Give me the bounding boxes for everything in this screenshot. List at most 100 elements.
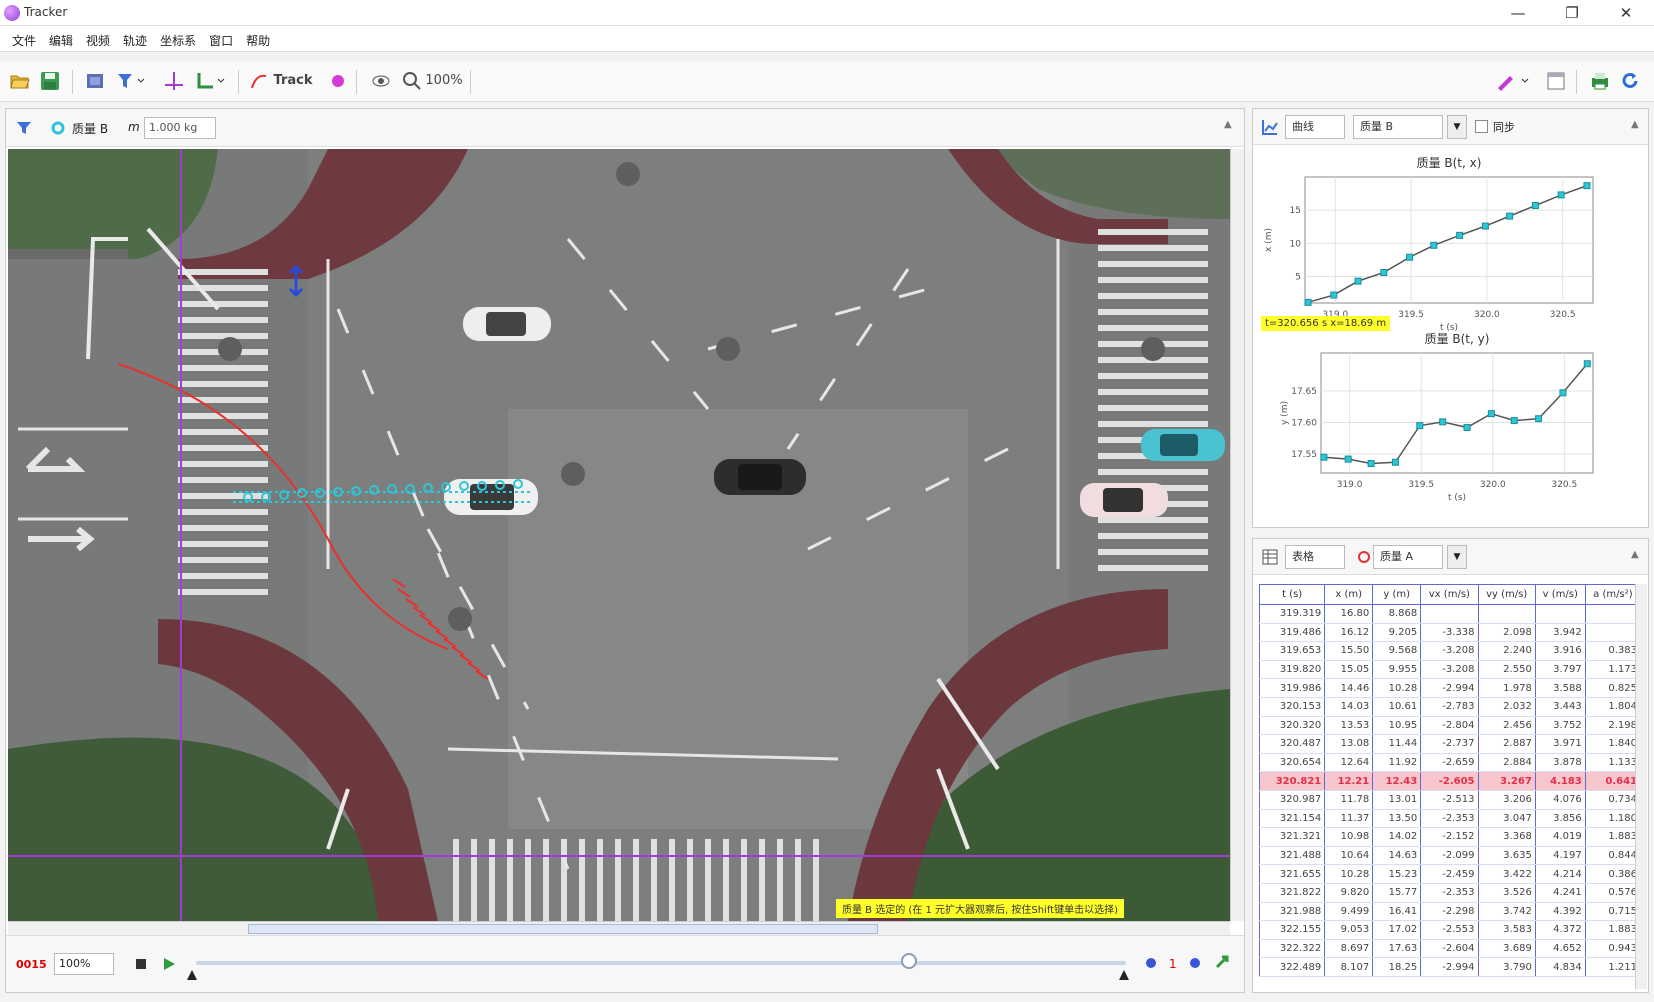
table-track-dropdown[interactable]: 质量 A [1373,545,1443,569]
table-cell[interactable]: 3.797 [1534,660,1586,680]
table-cell[interactable]: 9.499 [1324,902,1374,922]
refresh-icon[interactable] [1620,71,1640,91]
table-cell[interactable]: 322.489 [1258,957,1326,977]
table-cell[interactable]: 1.978 [1477,678,1536,698]
table-cell[interactable]: 15.77 [1372,883,1422,903]
table-cell[interactable]: 1.173 [1584,660,1642,680]
sync-checkbox[interactable] [1475,120,1488,133]
table-cell[interactable]: 2.550 [1477,660,1536,680]
menu-track[interactable]: 轨迹 [119,26,156,51]
table-cell[interactable]: 0.383 [1584,641,1642,661]
table-cell[interactable]: 1.840 [1584,734,1642,754]
table-cell[interactable]: 2.240 [1477,641,1536,661]
table-cell[interactable]: 3.689 [1477,939,1536,959]
table-row[interactable]: 321.321 10.98 14.02 -2.152 3.368 4.019 1.883 [1258,827,1642,847]
table-row[interactable]: 322.489 8.107 18.25 -2.994 3.790 4.834 1.211 [1258,957,1642,977]
mass-field[interactable]: 1.000 kg [144,117,216,139]
tape-icon[interactable] [196,71,226,91]
table-cell[interactable]: 16.12 [1324,623,1374,643]
table-cell[interactable]: 14.46 [1324,678,1374,698]
table-cell[interactable]: 4.652 [1534,939,1586,959]
table-cell[interactable]: 4.834 [1534,957,1586,977]
plots-area[interactable]: 质量 B(t, x) 319.0 319.5 320.0 320.5 5 10 15 t (s)… [1253,145,1648,525]
table-row[interactable]: 320.987 11.78 13.01 -2.513 3.206 4.076 0.734 [1258,790,1642,810]
table-cell[interactable]: 9.205 [1372,623,1422,643]
table-cell[interactable]: 13.01 [1372,790,1422,810]
table-cell[interactable]: -3.208 [1420,660,1479,680]
table-cell[interactable]: -3.338 [1420,623,1479,643]
step-forward-icon[interactable] [1188,956,1202,970]
table-cell[interactable]: 16.41 [1372,902,1422,922]
table-cell[interactable]: 4.197 [1534,846,1586,866]
timeline-slider[interactable] [196,961,1126,965]
menu-file[interactable]: 文件 [8,26,45,51]
table-cell[interactable]: 319.653 [1258,641,1326,661]
zoom-icon[interactable] [402,71,422,91]
table-cell[interactable]: -2.994 [1420,957,1479,977]
table-cell[interactable]: 9.955 [1372,660,1422,680]
table-cell[interactable]: 12.21 [1324,771,1374,791]
close-button[interactable]: ✕ [1606,2,1646,24]
menu-window[interactable]: 窗口 [205,26,242,51]
table-cell[interactable]: 3.267 [1477,771,1536,791]
video-vertical-scrollbar[interactable] [1230,149,1244,921]
plot-view-dropdown[interactable]: 曲线 [1285,115,1345,139]
table-cell[interactable]: 2.098 [1477,623,1536,643]
table-cell[interactable]: 14.63 [1372,846,1422,866]
table-cell[interactable]: 13.08 [1324,734,1374,754]
table-cell[interactable]: 3.742 [1477,902,1536,922]
table-cell[interactable]: 10.28 [1372,678,1422,698]
table-cell[interactable]: 15.05 [1324,660,1374,680]
column-header[interactable]: vy (m/s) [1477,584,1536,605]
table-cell[interactable]: 1.133 [1584,753,1642,773]
table-cell[interactable]: 17.02 [1372,920,1422,940]
table-cell[interactable]: 322.322 [1258,939,1326,959]
table-row[interactable]: 321.488 10.64 14.63 -2.099 3.635 4.197 0.844 [1258,846,1642,866]
scroll-thumb[interactable] [248,924,878,934]
table-cell[interactable]: 12.43 [1372,771,1422,791]
table-cell[interactable]: -2.783 [1420,697,1479,717]
table-row[interactable]: 319.486 16.12 9.205 -3.338 2.098 3.942 [1258,623,1642,643]
table-cell[interactable]: 320.320 [1258,716,1326,736]
track-button[interactable]: Track [270,70,316,92]
start-marker-icon[interactable] [186,969,198,981]
table-cell[interactable]: 12.64 [1324,753,1374,773]
table-cell[interactable]: 0.641 [1584,771,1642,791]
table-vertical-scrollbar[interactable] [1635,584,1647,989]
table-cell[interactable]: -2.994 [1420,678,1479,698]
table-cell[interactable]: 11.92 [1372,753,1422,773]
table-cell[interactable] [1420,604,1479,624]
table-cell[interactable]: 3.368 [1477,827,1536,847]
frame-counter[interactable]: 0015 [16,958,47,971]
table-cell[interactable]: 10.95 [1372,716,1422,736]
table-row[interactable]: 320.487 13.08 11.44 -2.737 2.887 3.971 1.840 [1258,734,1642,754]
table-cell[interactable]: 320.987 [1258,790,1326,810]
table-row[interactable]: 319.653 15.50 9.568 -3.208 2.240 3.916 0.383 [1258,641,1642,661]
table-cell[interactable]: 4.183 [1534,771,1586,791]
table-cell[interactable]: 13.53 [1324,716,1374,736]
table-view-dropdown[interactable]: 表格 [1285,545,1345,569]
table-cell[interactable]: 2.198 [1584,716,1642,736]
table-row[interactable]: 320.821 12.21 12.43 -2.605 3.267 4.183 0.641 [1258,771,1642,791]
step-size-icon[interactable]: 1 [1166,956,1180,970]
table-cell[interactable]: 13.50 [1372,809,1422,829]
table-row[interactable]: 321.822 9.820 15.77 -2.353 3.526 4.241 0.576 [1258,883,1642,903]
table-row[interactable]: 322.155 9.053 17.02 -2.553 3.583 4.372 1.883 [1258,920,1642,940]
table-cell[interactable]: 4.392 [1534,902,1586,922]
table-cell[interactable]: 3.971 [1534,734,1586,754]
table-cell[interactable]: 0.825 [1584,678,1642,698]
table-icon[interactable] [1261,548,1279,566]
table-cell[interactable]: 18.25 [1372,957,1422,977]
table-row[interactable]: 322.322 8.697 17.63 -2.604 3.689 4.652 0.943 [1258,939,1642,959]
table-cell[interactable]: 319.986 [1258,678,1326,698]
table-cell[interactable]: 3.583 [1477,920,1536,940]
table-cell[interactable]: 321.488 [1258,846,1326,866]
table-cell[interactable]: 3.856 [1534,809,1586,829]
table-cell[interactable]: 319.486 [1258,623,1326,643]
table-cell[interactable]: 3.588 [1534,678,1586,698]
table-cell[interactable]: -2.353 [1420,809,1479,829]
table-cell[interactable]: -2.152 [1420,827,1479,847]
table-cell[interactable]: -2.737 [1420,734,1479,754]
zoom-level[interactable]: 100% [424,70,464,92]
menu-edit[interactable]: 编辑 [45,26,82,51]
